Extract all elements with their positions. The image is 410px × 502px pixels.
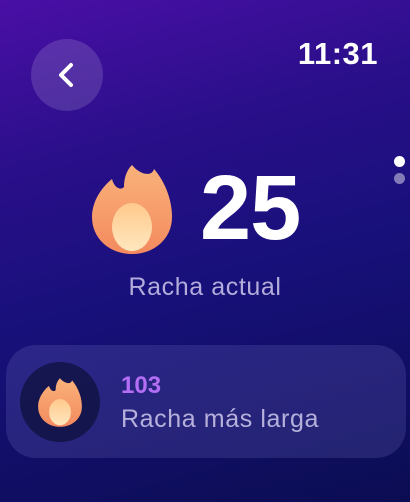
page-indicator (394, 156, 406, 190)
longest-streak-label: Racha más larga (121, 405, 319, 433)
longest-streak-icon-badge (20, 362, 100, 442)
back-button[interactable] (31, 39, 103, 111)
current-streak-label: Racha actual (128, 273, 282, 301)
flame-icon (38, 378, 82, 427)
current-streak-value: 25 (200, 157, 301, 259)
chevron-left-icon (59, 63, 73, 87)
current-streak: 25 (90, 157, 301, 259)
watch-screen: 11:31 25 Racha actual 103 Racha más larg… (0, 0, 410, 502)
flame-icon (92, 164, 172, 254)
page-dot-inactive (394, 173, 405, 184)
status-time: 11:31 (297, 36, 378, 71)
longest-streak-card[interactable]: 103 Racha más larga (6, 345, 406, 458)
longest-streak-value: 103 (121, 372, 162, 399)
page-dot-active (394, 156, 405, 167)
